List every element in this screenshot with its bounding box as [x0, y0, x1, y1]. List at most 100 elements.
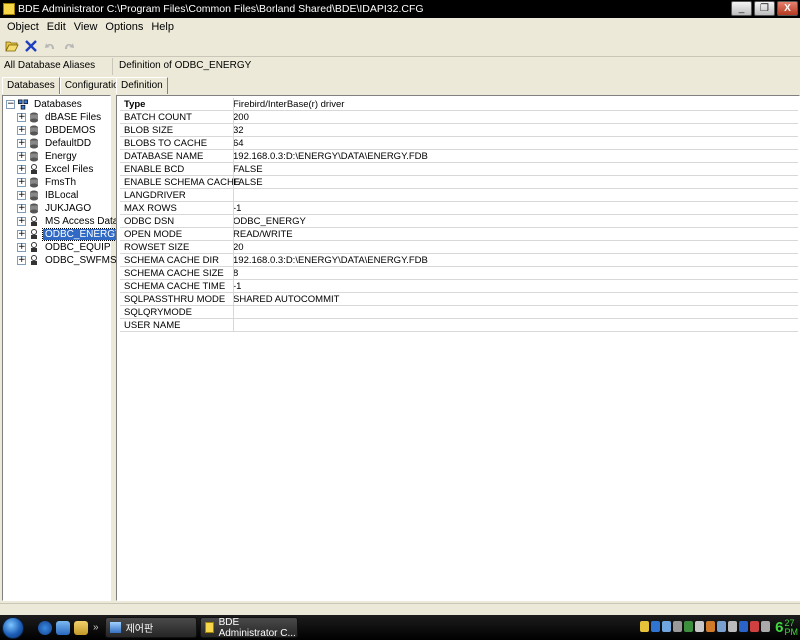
menu-view[interactable]: View [70, 21, 102, 33]
database-tree[interactable]: − Databases + dBASE Files + DBDEMOS + De… [2, 95, 140, 601]
expand-toggle[interactable]: + [17, 243, 26, 252]
tray-icon[interactable] [717, 621, 726, 632]
definition-value[interactable]: Firebird/InterBase(r) driver [230, 99, 344, 110]
expand-toggle[interactable]: + [17, 126, 26, 135]
restore-button[interactable]: ❐ [754, 1, 775, 16]
tree-item[interactable]: + DBDEMOS [17, 124, 98, 137]
tree-item[interactable]: + ODBC_SWFMS [17, 254, 119, 267]
definition-row[interactable]: ENABLE SCHEMA CACHE FALSE [120, 176, 798, 189]
definition-row[interactable]: ODBC DSN ODBC_ENERGY [120, 215, 798, 228]
definition-value[interactable]: -1 [230, 281, 241, 292]
tree-item[interactable]: + IBLocal [17, 189, 80, 202]
minimize-button[interactable]: _ [731, 1, 752, 16]
definition-row[interactable]: BLOBS TO CACHE 64 [120, 137, 798, 150]
title-bar[interactable]: BDE Administrator C:\Program Files\Commo… [0, 0, 800, 18]
bde-app-icon[interactable] [3, 3, 15, 15]
definition-value[interactable]: -1 [230, 203, 241, 214]
tree-item-label: Excel Files [45, 164, 94, 175]
expand-toggle[interactable]: + [17, 152, 26, 161]
start-button[interactable] [2, 616, 24, 639]
tree-item-label: DBDEMOS [45, 125, 96, 136]
browser-quicklaunch-icon[interactable] [56, 620, 70, 635]
tree-item-label: Energy [45, 151, 77, 162]
tray-icon[interactable] [706, 621, 715, 632]
undo-button[interactable] [41, 37, 59, 55]
definition-key: Type [124, 98, 146, 110]
definition-row[interactable]: LANGDRIVER [120, 189, 798, 202]
expand-toggle[interactable]: + [17, 113, 26, 122]
expand-toggle[interactable]: + [17, 165, 26, 174]
tray-icon[interactable] [651, 621, 660, 632]
menu-help[interactable]: Help [147, 21, 178, 33]
open-folder-button[interactable] [3, 37, 21, 55]
expand-toggle[interactable]: + [17, 204, 26, 213]
taskbar-clock[interactable]: 6 27 PM [775, 615, 798, 640]
taskbar-button-bde[interactable]: BDE Administrator C... [199, 617, 298, 639]
definition-row[interactable]: OPEN MODE READ/WRITE [120, 228, 798, 241]
ie-quicklaunch-icon[interactable] [38, 620, 52, 635]
expand-toggle[interactable]: + [17, 139, 26, 148]
expand-toggle[interactable]: + [17, 191, 26, 200]
definition-row[interactable]: SQLPASSTHRU MODE SHARED AUTOCOMMIT [120, 293, 798, 306]
tree-item[interactable]: + Energy [17, 150, 79, 163]
right-tab-strip: Definition [116, 77, 168, 94]
quicklaunch-more-icon[interactable]: » [93, 622, 99, 633]
tree-item[interactable]: + FmsTh [17, 176, 78, 189]
collapse-toggle[interactable]: − [6, 100, 15, 109]
definition-value[interactable]: ODBC_ENERGY [230, 216, 306, 227]
definition-row[interactable]: DATABASE NAME 192.168.0.3:D:\ENERGY\DATA\… [120, 150, 798, 163]
tree-item-selected[interactable]: + ODBC_ENERGY [17, 228, 125, 241]
explorer-quicklaunch-icon[interactable] [74, 620, 88, 635]
definition-value[interactable]: FALSE [230, 177, 263, 188]
expand-toggle[interactable]: + [17, 178, 26, 187]
expand-toggle[interactable]: + [17, 217, 26, 226]
tray-icon[interactable] [673, 621, 682, 632]
delete-button[interactable] [22, 37, 40, 55]
odbc-database-icon [31, 216, 37, 226]
tray-icon[interactable] [662, 621, 671, 632]
taskbar-button-control-panel[interactable]: 제어판 [104, 617, 197, 638]
definition-grid[interactable]: Type Firebird/InterBase(r) driver BATCH C… [116, 95, 800, 601]
definition-row[interactable]: BLOB SIZE 32 [120, 124, 798, 137]
redo-button[interactable] [60, 37, 78, 55]
definition-row[interactable]: SQLQRYMODE [120, 306, 798, 319]
close-button[interactable]: X [777, 1, 798, 16]
definition-row[interactable]: BATCH COUNT 200 [120, 111, 798, 124]
tab-definition[interactable]: Definition [116, 77, 168, 94]
tray-icon[interactable] [750, 621, 759, 632]
redo-icon [65, 42, 74, 49]
definition-row[interactable]: SCHEMA CACHE TIME -1 [120, 280, 798, 293]
tray-icon[interactable] [640, 621, 649, 632]
definition-value[interactable]: FALSE [230, 164, 263, 175]
definition-row[interactable]: USER NAME [120, 319, 798, 332]
tree-item[interactable]: + ODBC_EQUIP [17, 241, 113, 254]
tree-item[interactable]: + dBASE Files [17, 111, 103, 124]
tab-databases[interactable]: Databases [2, 77, 60, 94]
tree-item[interactable]: + DefaultDD [17, 137, 93, 150]
menu-options[interactable]: Options [101, 21, 147, 33]
menu-edit[interactable]: Edit [43, 21, 70, 33]
definition-row[interactable]: ENABLE BCD FALSE [120, 163, 798, 176]
definition-row[interactable]: SCHEMA CACHE SIZE 8 [120, 267, 798, 280]
definition-row[interactable]: MAX ROWS -1 [120, 202, 798, 215]
tray-icon[interactable] [695, 621, 704, 632]
expand-toggle[interactable]: + [17, 230, 26, 239]
definition-value[interactable]: SHARED AUTOCOMMIT [230, 294, 339, 305]
definition-row[interactable]: ROWSET SIZE 20 [120, 241, 798, 254]
definition-value[interactable]: 8 [230, 268, 238, 279]
tree-root[interactable]: − Databases [6, 98, 84, 111]
menu-object[interactable]: Object [3, 21, 43, 33]
tray-icon[interactable] [684, 621, 693, 632]
tree-item[interactable]: + Excel Files [17, 163, 95, 176]
expand-toggle[interactable]: + [17, 256, 26, 265]
definition-row[interactable]: Type Firebird/InterBase(r) driver [120, 98, 798, 111]
definition-value[interactable]: 192.168.0.3:D:\ENERGY\DATA\ENERGY.FDB [230, 255, 428, 266]
definition-value[interactable]: READ/WRITE [230, 229, 293, 240]
bluetooth-icon[interactable] [739, 621, 748, 632]
definition-row[interactable]: SCHEMA CACHE DIR 192.168.0.3:D:\ENERGY\DA… [120, 254, 798, 267]
definition-value[interactable]: 192.168.0.3:D:\ENERGY\DATA\ENERGY.FDB [230, 151, 428, 162]
volume-icon[interactable] [761, 621, 770, 632]
tray-icon[interactable] [728, 621, 737, 632]
clock-ampm: PM [784, 626, 799, 637]
tree-item[interactable]: + JUKJAGO [17, 202, 93, 215]
